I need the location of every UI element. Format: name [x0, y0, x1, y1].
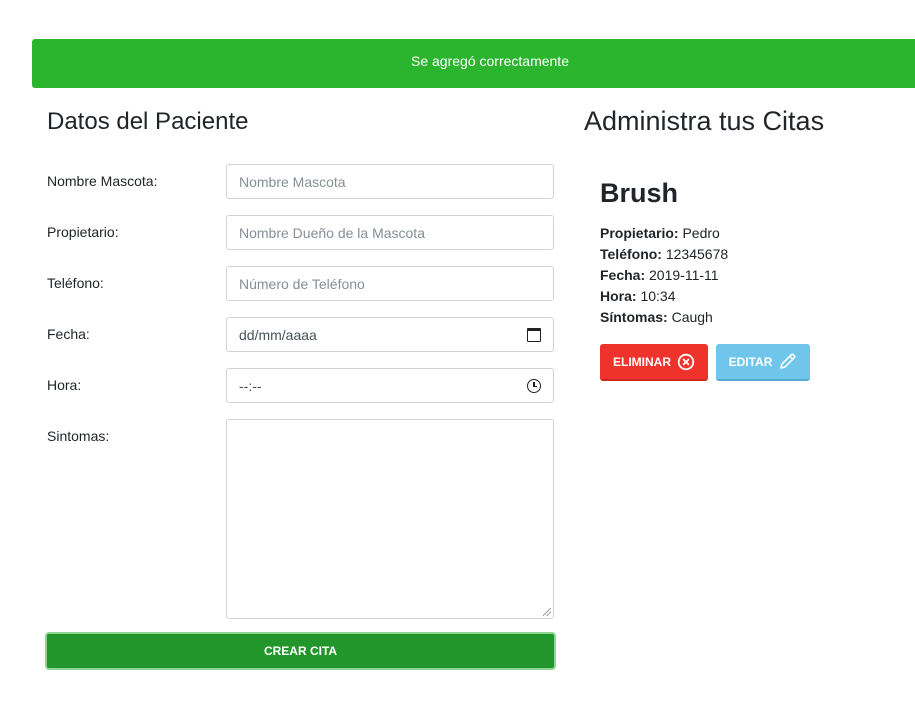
hora-input[interactable]: --:--: [226, 368, 554, 403]
calendar-icon[interactable]: [527, 327, 541, 342]
alert-message: Se agregó correctamente: [411, 53, 569, 69]
sintomas-label: Sintomas:: [47, 428, 110, 444]
editar-label: EDITAR: [728, 354, 773, 369]
fecha-input[interactable]: dd/mm/aaaa: [226, 317, 554, 352]
resize-handle-icon[interactable]: [543, 608, 551, 616]
appointment-owner: Propietario: Pedro: [600, 225, 720, 241]
form-title: Datos del Paciente: [47, 108, 249, 135]
date-label: Fecha:: [600, 267, 646, 283]
propietario-placeholder: Nombre Dueño de la Mascota: [239, 224, 425, 241]
propietario-input[interactable]: Nombre Dueño de la Mascota: [226, 215, 554, 250]
appointment-phone: Teléfono: 12345678: [600, 246, 728, 262]
appointment-pet-name: Brush: [600, 178, 679, 208]
telefono-label: Teléfono:: [47, 275, 104, 291]
appointment-symptoms: Síntomas: Caugh: [600, 309, 713, 325]
fecha-label: Fecha:: [47, 326, 90, 342]
success-alert: Se agregó correctamente: [32, 39, 915, 88]
phone-value: 12345678: [665, 246, 729, 262]
telefono-placeholder: Número de Teléfono: [239, 275, 365, 292]
pencil-icon: [780, 353, 796, 369]
clock-icon[interactable]: [527, 378, 541, 393]
appointment-date: Fecha: 2019-11-11: [600, 267, 719, 283]
mascota-label: Nombre Mascota:: [47, 173, 158, 189]
close-circle-icon: [677, 353, 695, 370]
phone-label: Teléfono:: [600, 246, 662, 262]
time-label: Hora:: [600, 288, 637, 304]
fecha-placeholder: dd/mm/aaaa: [239, 326, 317, 343]
symptoms-value: Caugh: [671, 309, 713, 325]
eliminar-label: ELIMINAR: [613, 354, 671, 369]
sintomas-textarea[interactable]: [226, 419, 554, 619]
date-value: 2019-11-11: [649, 267, 719, 283]
owner-label: Propietario:: [600, 225, 679, 241]
appointments-title: Administra tus Citas: [584, 106, 825, 136]
symptoms-label: Síntomas:: [600, 309, 668, 325]
hora-placeholder: --:--: [239, 377, 262, 394]
editar-button[interactable]: EDITAR: [716, 344, 810, 381]
propietario-label: Propietario:: [47, 224, 119, 240]
owner-value: Pedro: [682, 225, 720, 241]
telefono-input[interactable]: Número de Teléfono: [226, 266, 554, 301]
mascota-input[interactable]: Nombre Mascota: [226, 164, 554, 199]
eliminar-button[interactable]: ELIMINAR: [600, 344, 708, 381]
hora-label: Hora:: [47, 377, 82, 393]
time-value: 10:34: [640, 288, 676, 304]
appointment-time: Hora: 10:34: [600, 288, 676, 304]
mascota-placeholder: Nombre Mascota: [239, 173, 346, 190]
crear-cita-button[interactable]: CREAR CITA: [45, 632, 556, 670]
